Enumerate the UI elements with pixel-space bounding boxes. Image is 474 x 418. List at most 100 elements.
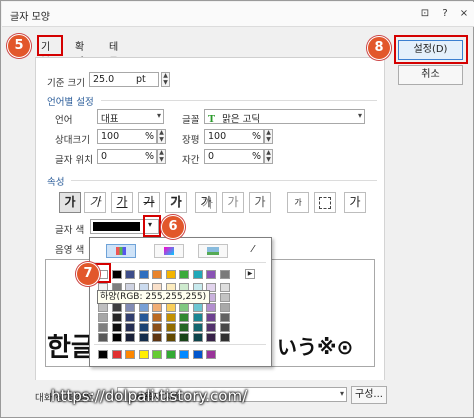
config-button[interactable]: 구성...: [351, 386, 387, 404]
color-swatch[interactable]: [111, 313, 122, 322]
color-swatch[interactable]: [206, 303, 216, 312]
color-swatch[interactable]: [219, 270, 230, 279]
recent-color-swatch[interactable]: [138, 350, 149, 359]
language-select[interactable]: 대표 ▾: [97, 109, 164, 125]
recent-color-swatch[interactable]: [111, 350, 122, 359]
color-swatch[interactable]: [206, 270, 216, 279]
chevron-down-icon: ▾: [357, 111, 362, 120]
spacing-spinner[interactable]: ▲ ▼: [264, 149, 273, 164]
emboss-button[interactable]: 가: [222, 192, 244, 213]
color-swatch[interactable]: [165, 270, 176, 279]
color-swatch[interactable]: [179, 313, 189, 322]
underline-button[interactable]: 가: [111, 192, 133, 213]
color-swatch[interactable]: [219, 323, 230, 332]
relative-size-input[interactable]: 100 %: [97, 129, 157, 144]
color-swatch[interactable]: [152, 313, 162, 322]
color-swatch[interactable]: [165, 323, 176, 332]
engrave-button[interactable]: 가: [249, 192, 271, 213]
color-swatch[interactable]: [219, 293, 230, 302]
color-swatch[interactable]: [206, 313, 216, 322]
gradient-icon: [164, 247, 174, 255]
close-icon[interactable]: ×: [457, 7, 471, 21]
color-swatch[interactable]: [179, 270, 189, 279]
color-swatch[interactable]: [138, 323, 149, 332]
char-width-value: 100: [208, 131, 227, 142]
bold-button[interactable]: 가: [59, 192, 81, 213]
color-swatch[interactable]: [125, 270, 135, 279]
small-caps-button[interactable]: 가: [344, 192, 366, 213]
char-position-spinner[interactable]: ▲ ▼: [157, 149, 166, 164]
color-swatch[interactable]: [152, 303, 162, 312]
palette-tab[interactable]: [106, 244, 136, 258]
char-width-input[interactable]: 100 %: [204, 129, 264, 144]
color-swatch[interactable]: [192, 333, 203, 342]
color-swatch[interactable]: [98, 323, 108, 332]
color-swatch[interactable]: [125, 333, 135, 342]
cancel-button[interactable]: 취소: [398, 65, 463, 85]
color-swatch[interactable]: [138, 303, 149, 312]
italic-button[interactable]: 가: [84, 192, 106, 213]
color-swatch[interactable]: [179, 303, 189, 312]
color-swatch[interactable]: [192, 270, 203, 279]
color-swatch[interactable]: [111, 323, 122, 332]
outline-button[interactable]: 가: [165, 192, 187, 213]
color-swatch[interactable]: [125, 313, 135, 322]
subscript-button[interactable]: [314, 192, 336, 213]
color-swatch[interactable]: [152, 323, 162, 332]
restore-icon[interactable]: ⊡: [418, 7, 432, 21]
color-swatch[interactable]: [138, 333, 149, 342]
base-size-input[interactable]: 25.0 pt: [89, 72, 159, 87]
gradient-tab[interactable]: [154, 244, 184, 258]
color-swatch[interactable]: [165, 313, 176, 322]
color-swatch[interactable]: [206, 333, 216, 342]
eyedropper-button[interactable]: ⁄: [245, 244, 261, 258]
color-swatch[interactable]: [219, 283, 230, 292]
base-size-spinner[interactable]: ▲ ▼: [161, 72, 170, 87]
recent-color-swatch[interactable]: [165, 350, 176, 359]
title-bar: 글자 모양 ⊡ ? ×: [2, 2, 474, 27]
color-swatch[interactable]: [165, 303, 176, 312]
color-swatch[interactable]: [179, 323, 189, 332]
strikethrough-button[interactable]: 가: [138, 192, 160, 213]
color-swatch[interactable]: [125, 323, 135, 332]
color-swatch[interactable]: [192, 323, 203, 332]
color-swatch[interactable]: [165, 333, 176, 342]
spacing-input[interactable]: 0 %: [204, 149, 264, 164]
recent-color-swatch[interactable]: [206, 350, 216, 359]
color-swatch[interactable]: [138, 270, 149, 279]
color-swatch[interactable]: [179, 333, 189, 342]
char-width-spinner[interactable]: ▲ ▼: [264, 129, 273, 144]
color-swatch[interactable]: [98, 303, 108, 312]
base-size-value: 25.0: [93, 74, 115, 85]
color-swatch[interactable]: [192, 313, 203, 322]
color-swatch[interactable]: [111, 303, 122, 312]
color-swatch[interactable]: [138, 313, 149, 322]
color-swatch[interactable]: [206, 323, 216, 332]
more-colors-button[interactable]: ▶: [245, 269, 255, 279]
color-swatch[interactable]: [152, 333, 162, 342]
color-swatch[interactable]: [219, 313, 230, 322]
color-swatch[interactable]: [98, 333, 108, 342]
color-swatch[interactable]: [219, 333, 230, 342]
recent-color-swatch[interactable]: [125, 350, 135, 359]
color-tooltip: 하양(RGB: 255,255,255): [97, 290, 210, 304]
image-tab[interactable]: [198, 244, 228, 258]
color-swatch[interactable]: [219, 303, 230, 312]
recent-color-swatch[interactable]: [98, 350, 108, 359]
color-swatch[interactable]: [98, 313, 108, 322]
base-size-label: 기준 크기: [47, 78, 85, 89]
color-swatch[interactable]: [111, 333, 122, 342]
color-swatch[interactable]: [152, 270, 162, 279]
recent-color-swatch[interactable]: [192, 350, 203, 359]
recent-color-swatch[interactable]: [152, 350, 162, 359]
char-position-input[interactable]: 0 %: [97, 149, 157, 164]
font-select[interactable]: T 맑은 고딕 ▾: [204, 109, 365, 125]
relative-size-spinner[interactable]: ▲ ▼: [157, 129, 166, 144]
recent-color-swatch[interactable]: [179, 350, 189, 359]
color-swatch[interactable]: [125, 303, 135, 312]
shadow-button[interactable]: 가: [195, 192, 217, 213]
color-swatch[interactable]: [111, 270, 122, 279]
help-icon[interactable]: ?: [438, 7, 452, 21]
color-swatch[interactable]: [192, 303, 203, 312]
superscript-button[interactable]: 가: [287, 192, 309, 213]
